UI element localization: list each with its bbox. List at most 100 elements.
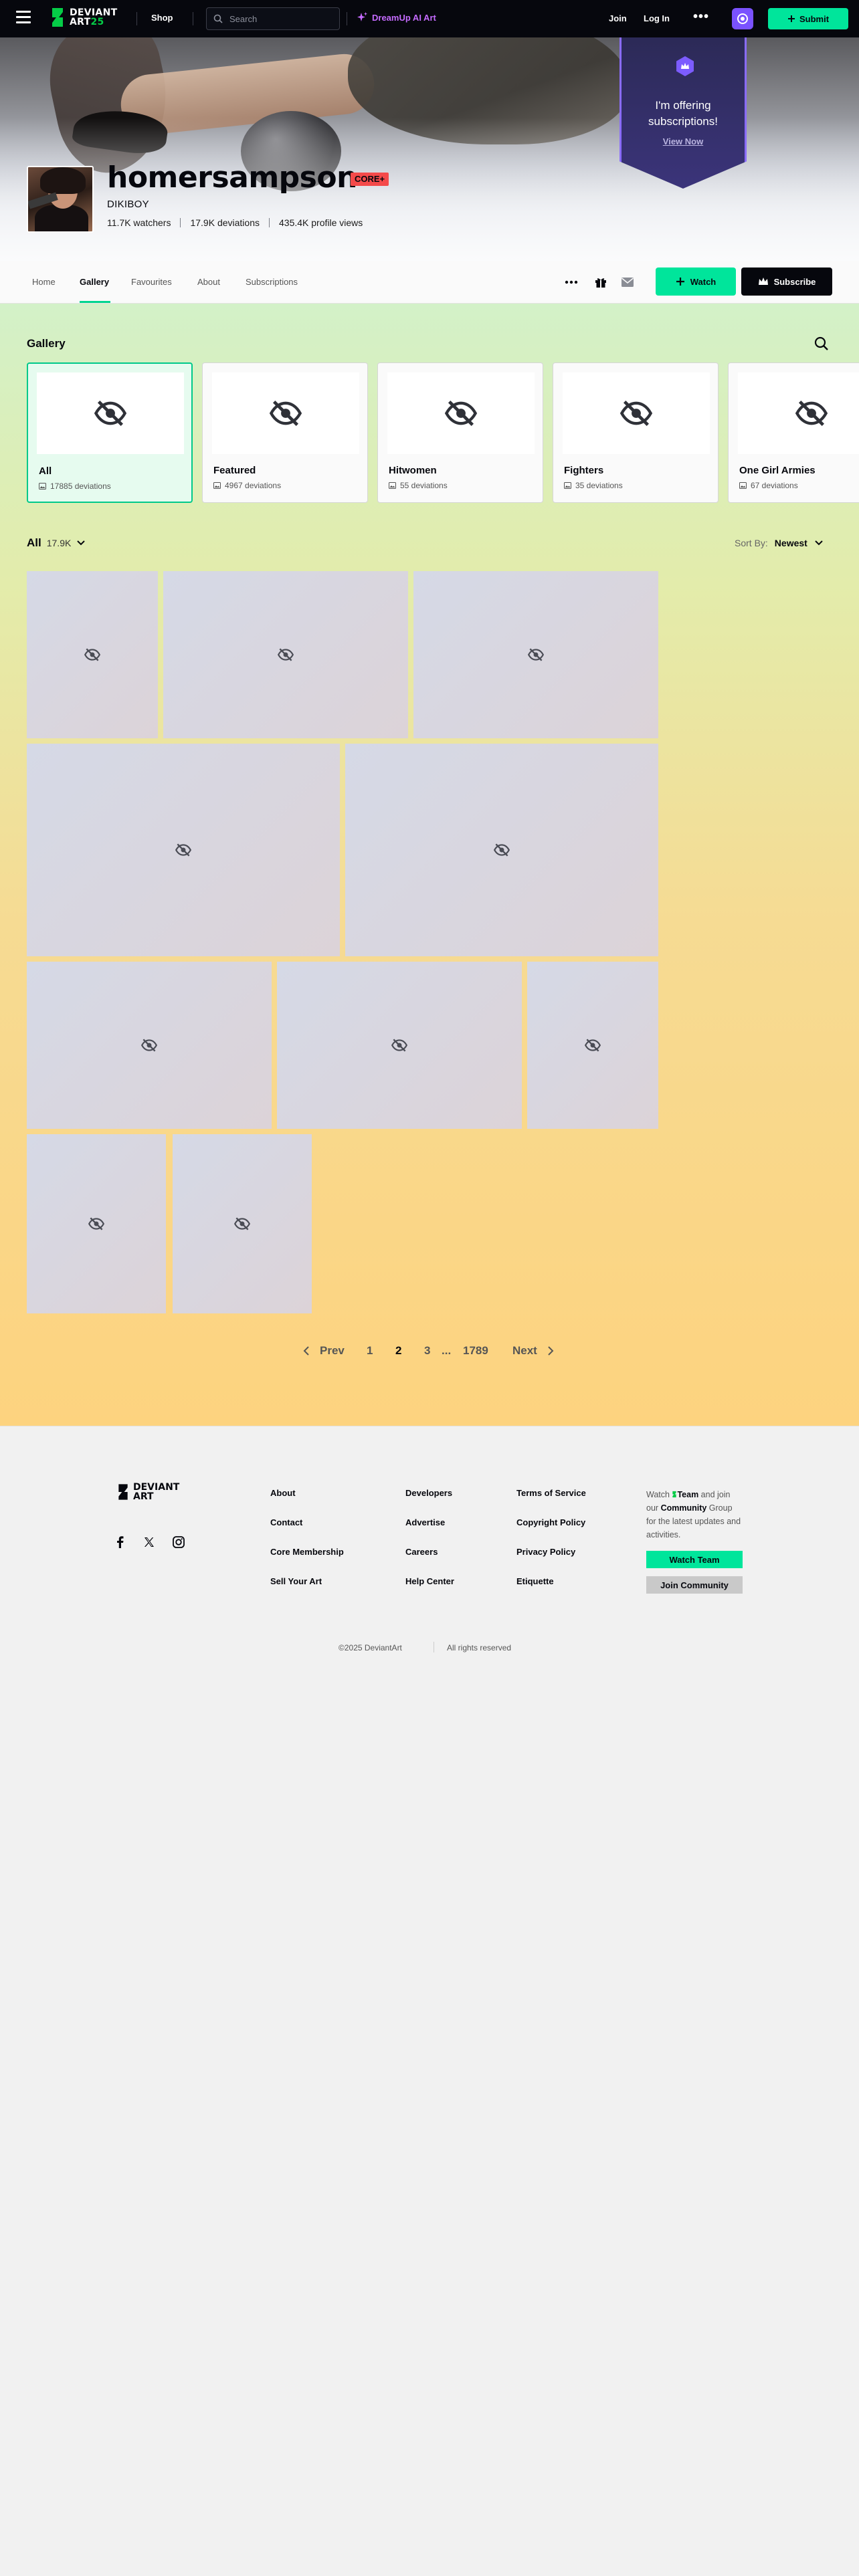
message-icon[interactable]	[619, 274, 636, 290]
core-membership-button[interactable]	[732, 8, 753, 29]
pagination-next[interactable]: Next	[512, 1344, 555, 1358]
footer-link-about[interactable]: About	[270, 1488, 296, 1498]
deviation-thumbnail[interactable]	[27, 571, 158, 738]
login-link[interactable]: Log In	[644, 13, 670, 23]
gallery-filter-dropdown[interactable]: All 17.9K	[27, 536, 86, 550]
gallery-folder-card[interactable]: Hitwomen 55 deviations	[377, 362, 543, 503]
eye-slash-icon	[233, 1217, 251, 1230]
deviation-thumbnail[interactable]	[413, 571, 658, 738]
more-options-icon[interactable]: •••	[693, 9, 709, 25]
watch-team-button[interactable]: Watch Team	[646, 1551, 743, 1568]
gallery-folder-card[interactable]: One Girl Armies 67 deviations	[728, 362, 859, 503]
x-twitter-icon[interactable]	[142, 1535, 157, 1549]
instagram-icon[interactable]	[171, 1535, 186, 1549]
image-icon	[389, 482, 396, 489]
pagination-page[interactable]: 3	[424, 1344, 430, 1358]
deviation-thumbnail[interactable]	[345, 744, 658, 956]
image-icon	[213, 482, 221, 489]
search-input[interactable]	[229, 13, 330, 24]
chevron-left-icon	[303, 1346, 309, 1356]
pagination-page[interactable]: 1	[367, 1344, 373, 1358]
footer-link-terms[interactable]: Terms of Service	[516, 1488, 586, 1498]
sort-label: Sort By:	[735, 538, 768, 548]
folder-name: Hitwomen	[389, 465, 437, 476]
avatar[interactable]	[27, 166, 94, 233]
pagination-last-page[interactable]: 1789	[463, 1344, 488, 1358]
footer-link-careers[interactable]: Careers	[405, 1547, 438, 1557]
tab-subscriptions[interactable]: Subscriptions	[246, 277, 298, 287]
crown-crest-icon	[676, 56, 694, 76]
view-now-link[interactable]: View Now	[622, 136, 745, 146]
gift-icon[interactable]	[593, 274, 609, 290]
core-crest-icon	[737, 13, 748, 24]
join-community-button[interactable]: Join Community	[646, 1576, 743, 1594]
top-navigation: DEVIANT ART25 Shop DreamUp AI Art Join L…	[0, 0, 859, 37]
footer-link-etiquette[interactable]: Etiquette	[516, 1576, 554, 1586]
footer-link-core-membership[interactable]: Core Membership	[270, 1547, 344, 1557]
search-box[interactable]	[206, 7, 340, 30]
menu-icon[interactable]	[16, 11, 31, 25]
eye-slash-icon	[527, 648, 545, 661]
more-options-icon[interactable]	[563, 274, 579, 290]
prev-label: Prev	[320, 1344, 345, 1357]
profile-views-count: 435.4K profile views	[279, 217, 363, 228]
footer-link-developers[interactable]: Developers	[405, 1488, 452, 1498]
folder-thumbnail	[387, 372, 535, 454]
tab-home[interactable]: Home	[32, 277, 56, 287]
filter-count: 17.9K	[46, 538, 72, 548]
facebook-icon[interactable]	[112, 1535, 127, 1549]
footer-logo[interactable]: DEVIANT ART	[116, 1483, 179, 1501]
folder-name: All	[39, 465, 52, 477]
join-link[interactable]: Join	[609, 13, 627, 23]
footer-link-advertise[interactable]: Advertise	[405, 1517, 445, 1527]
subscription-offer-text: I'm offering subscriptions!	[648, 99, 718, 128]
pagination-ellipsis: ...	[442, 1344, 452, 1357]
watch-label: Watch	[690, 276, 717, 287]
footer-community-link[interactable]: Community	[661, 1503, 707, 1513]
core-plus-badge[interactable]: CORE+	[351, 173, 389, 186]
footer-team-link[interactable]: Team	[677, 1490, 698, 1499]
folder-name: Featured	[213, 465, 256, 476]
deviation-thumbnail[interactable]	[527, 962, 658, 1129]
deviantart-logo[interactable]: DEVIANT ART25	[50, 7, 117, 28]
watch-button[interactable]: Watch	[656, 267, 736, 296]
footer-link-sell-your-art[interactable]: Sell Your Art	[270, 1576, 322, 1586]
deviation-thumbnail[interactable]	[27, 744, 340, 956]
gallery-folder-card[interactable]: Fighters 35 deviations	[553, 362, 719, 503]
gallery-folder-card[interactable]: Featured 4967 deviations	[202, 362, 368, 503]
eye-slash-icon	[140, 1039, 158, 1052]
image-icon	[739, 482, 747, 489]
footer-link-copyright[interactable]: Copyright Policy	[516, 1517, 585, 1527]
copyright-text: ©2025 DeviantArt	[339, 1643, 402, 1652]
tab-about[interactable]: About	[197, 277, 220, 287]
tab-gallery[interactable]: Gallery	[80, 277, 109, 287]
site-footer: DEVIANT ART About Contact Core Membershi…	[0, 1426, 859, 2576]
gallery-folder-card[interactable]: All 17885 deviations	[27, 362, 193, 503]
footer-link-help-center[interactable]: Help Center	[405, 1576, 454, 1586]
deviation-thumbnail[interactable]	[27, 1134, 166, 1313]
footer-link-contact[interactable]: Contact	[270, 1517, 302, 1527]
pagination-prev[interactable]: Prev	[302, 1344, 345, 1358]
eye-slash-icon	[277, 648, 294, 661]
search-icon[interactable]	[814, 336, 830, 352]
eye-slash-icon	[269, 400, 302, 427]
dreamup-link[interactable]: DreamUp AI Art	[357, 12, 436, 23]
folder-name: One Girl Armies	[739, 465, 816, 476]
deviation-thumbnail[interactable]	[173, 1134, 312, 1313]
subscribe-button[interactable]: Subscribe	[741, 267, 832, 296]
folder-thumbnail	[37, 372, 184, 454]
folder-count: 35 deviations	[575, 481, 623, 490]
submit-button[interactable]: Submit	[768, 8, 848, 29]
profile-stats: 11.7K watchers 17.9K deviations 435.4K p…	[107, 217, 363, 228]
tab-favourites[interactable]: Favourites	[131, 277, 172, 287]
sparkle-icon	[357, 12, 367, 21]
deviation-thumbnail[interactable]	[163, 571, 408, 738]
pagination-page-current[interactable]: 2	[395, 1344, 401, 1358]
footer-link-privacy[interactable]: Privacy Policy	[516, 1547, 575, 1557]
image-icon	[564, 482, 571, 489]
sort-dropdown[interactable]: Sort By: Newest	[735, 538, 824, 548]
deviation-thumbnail[interactable]	[277, 962, 522, 1129]
deviation-thumbnail[interactable]	[27, 962, 272, 1129]
shop-link[interactable]: Shop	[151, 13, 173, 23]
folder-name: Fighters	[564, 465, 604, 476]
